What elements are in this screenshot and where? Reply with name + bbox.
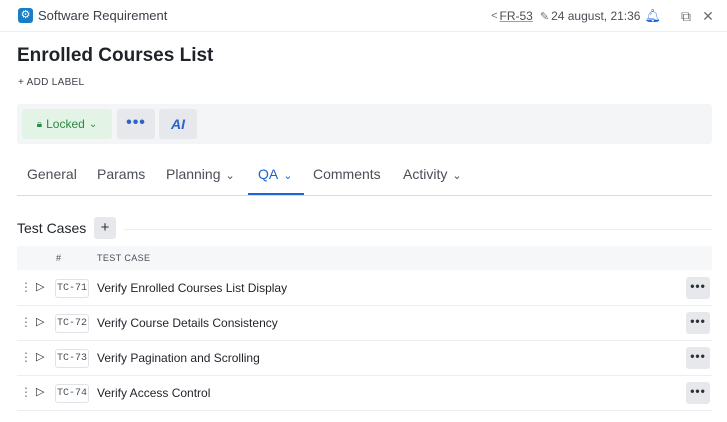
tab-planning[interactable]: Planning ⌄: [166, 157, 235, 195]
row-more-button[interactable]: •••: [686, 347, 710, 369]
test-case-id: TC-73: [55, 349, 89, 368]
section-divider: [124, 229, 712, 230]
table-row[interactable]: ⋮ ▷ TC-73 Verify Pagination and Scrollin…: [17, 341, 712, 376]
table-row[interactable]: ⋮ ▷ TC-74 Verify Access Control •••: [17, 376, 712, 411]
ai-button[interactable]: AI: [159, 109, 197, 139]
test-case-name[interactable]: Verify Course Details Consistency: [97, 316, 278, 330]
tab-general[interactable]: General: [27, 157, 77, 195]
status-label: Locked: [46, 117, 85, 131]
tab-qa[interactable]: QA ⌄: [248, 157, 304, 195]
page-title: Enrolled Courses List: [17, 45, 214, 66]
tab-activity[interactable]: Activity ⌄: [403, 157, 462, 195]
top-bar: ⚙ Software Requirement < FR-53 ✎ 24 augu…: [0, 0, 727, 32]
share-icon: <: [491, 10, 498, 22]
lock-icon: 🔒︎: [36, 118, 43, 130]
tab-comments[interactable]: Comments: [313, 157, 381, 195]
test-case-name[interactable]: Verify Enrolled Courses List Display: [97, 281, 287, 295]
drag-handle-icon[interactable]: ⋮: [20, 350, 32, 364]
add-test-case-button[interactable]: +: [94, 217, 116, 239]
test-case-name[interactable]: Verify Access Control: [97, 386, 210, 400]
top-right-meta: < FR-53 ✎ 24 august, 21:36 🔔︎ ⧉ ✕: [491, 7, 715, 25]
table-row[interactable]: ⋮ ▷ TC-71 Verify Enrolled Courses List D…: [17, 271, 712, 306]
open-external-icon[interactable]: ⧉: [679, 8, 693, 25]
drag-handle-icon[interactable]: ⋮: [20, 385, 32, 399]
action-bar: 🔒︎ Locked ⌄ ••• AI: [17, 104, 712, 144]
chevron-down-icon: ⌄: [88, 118, 98, 130]
chevron-down-icon: ⌄: [225, 170, 235, 182]
play-icon[interactable]: ▷: [36, 315, 44, 328]
table-header: # TEST CASE: [17, 246, 712, 270]
row-more-button[interactable]: •••: [686, 277, 710, 299]
more-actions-button[interactable]: •••: [117, 109, 155, 139]
drag-handle-icon[interactable]: ⋮: [20, 315, 32, 329]
status-locked-button[interactable]: 🔒︎ Locked ⌄: [22, 109, 112, 139]
tab-params[interactable]: Params: [97, 157, 145, 195]
bell-icon[interactable]: 🔔︎: [644, 8, 661, 24]
chevron-down-icon: ⌄: [452, 170, 462, 182]
pencil-icon: ✎: [539, 10, 550, 23]
section-title-test-cases: Test Cases: [17, 220, 87, 236]
column-header-test-case: TEST CASE: [97, 253, 151, 263]
app-title: Software Requirement: [38, 8, 168, 23]
chevron-down-icon: ⌄: [283, 170, 293, 182]
row-more-button[interactable]: •••: [686, 382, 710, 404]
play-icon[interactable]: ▷: [36, 280, 44, 293]
drag-handle-icon[interactable]: ⋮: [20, 280, 32, 294]
play-icon[interactable]: ▷: [36, 350, 44, 363]
test-case-id: TC-72: [55, 314, 89, 333]
column-header-number: #: [56, 253, 62, 263]
tab-bar: General Params Planning ⌄ QA ⌄ Comments Ac…: [17, 157, 712, 196]
date-text: 24 august, 21:36: [551, 9, 641, 23]
test-case-id: TC-71: [55, 279, 89, 298]
gear-icon: ⚙: [18, 8, 33, 23]
row-more-button[interactable]: •••: [686, 312, 710, 334]
table-row[interactable]: ⋮ ▷ TC-72 Verify Course Details Consiste…: [17, 306, 712, 341]
close-icon[interactable]: ✕: [701, 8, 715, 25]
test-case-id: TC-74: [55, 384, 89, 403]
test-case-name[interactable]: Verify Pagination and Scrolling: [97, 351, 260, 365]
add-label-button[interactable]: + ADD LABEL: [18, 77, 84, 88]
ref-id-link[interactable]: FR-53: [500, 9, 533, 23]
play-icon[interactable]: ▷: [36, 385, 44, 398]
